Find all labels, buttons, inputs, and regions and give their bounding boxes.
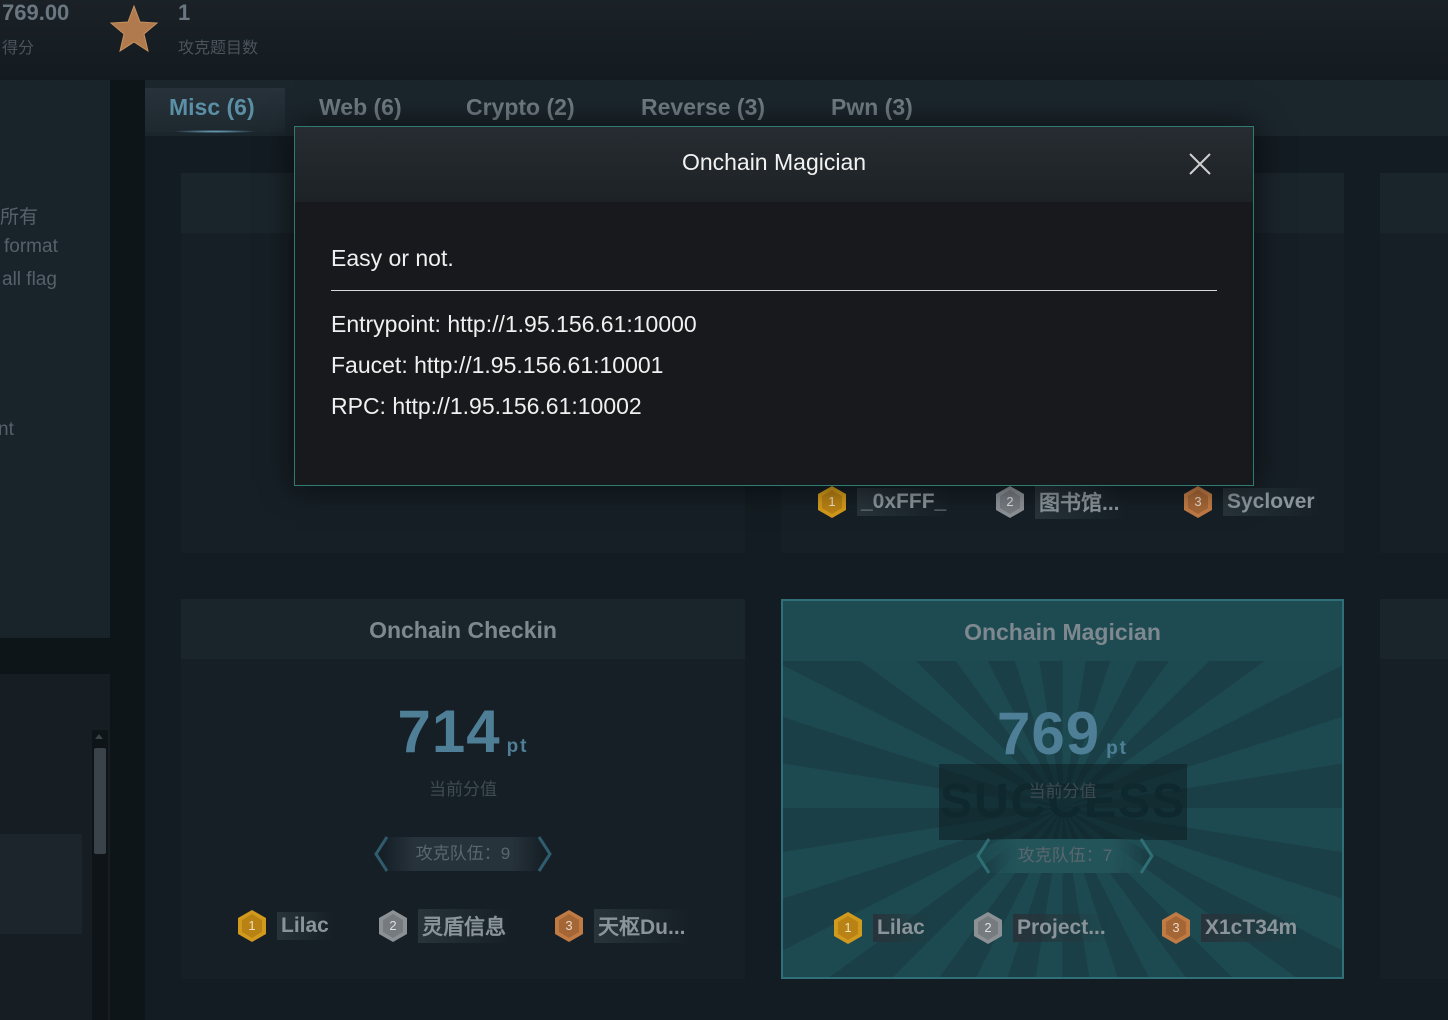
chevron-right-icon [1139,838,1154,874]
scroll-up-arrow[interactable] [95,734,103,739]
points-unit: pt [1106,738,1129,759]
winner-name: 图书馆... [1035,485,1124,519]
score-value: 769.00 [2,0,70,25]
modal-description: Easy or not. [331,245,454,271]
card-points: 769 pt [783,699,1342,768]
points-value: 769 [996,700,1101,767]
medal-icon: 3 [1181,485,1215,519]
winner-name: 天枢Du... [594,909,690,943]
winner-first: 1 Lilac [831,909,929,947]
medal-icon: 1 [235,909,269,943]
card-title: Onchain Magician [964,619,1161,645]
medal-icon: 1 [831,911,865,945]
medal-icon: 2 [376,909,410,943]
sidebar-text-line: all flag [2,269,57,290]
faucet-text: Faucet: http://1.95.156.61:10001 [331,352,664,378]
winner-second: 2 灵盾信息 [376,907,510,945]
winner-second: 2 图书馆... [993,483,1124,521]
tab-web[interactable]: Web (6) [319,94,402,121]
sidebar-lower-inner [0,834,82,934]
winner-name: Lilac [873,914,929,942]
winner-third: 3 X1cT34m [1159,909,1302,947]
challenge-card[interactable] [1380,173,1448,553]
success-stamp: SUCCESS [939,764,1187,840]
card-points: 714 pt [181,697,745,766]
medal-icon: 2 [971,911,1005,945]
winner-name: _0xFFF_ [857,488,951,516]
medal-icon: 1 [815,485,849,519]
winner-name: 灵盾信息 [418,909,510,943]
tab-pwn[interactable]: Pwn (3) [831,94,913,121]
winner-name: Lilac [277,912,333,940]
winner-name: Syclover [1223,488,1319,516]
sidebar-text-line: 所有 [0,207,39,228]
solved-value: 1 [178,0,191,25]
tab-misc[interactable]: Misc (6) [169,94,255,121]
modal-title: Onchain Magician [681,149,867,175]
challenge-card[interactable] [1380,599,1448,979]
modal-divider [331,290,1217,291]
winner-third: 3 天枢Du... [552,907,690,945]
tab-reverse[interactable]: Reverse (3) [641,94,765,121]
medal-rank: 1 [844,920,852,935]
winner-second: 2 Project... [971,909,1110,947]
medal-rank: 1 [248,918,256,933]
scrollbar-thumb[interactable] [94,748,106,854]
medal-rank: 3 [565,918,573,933]
tab-crypto[interactable]: Crypto (2) [466,94,575,121]
entrypoint-text: Entrypoint: http://1.95.156.61:10000 [331,311,697,337]
medal-rank: 3 [1194,494,1202,509]
card-title: Onchain Checkin [369,617,557,643]
card-header [1380,173,1448,233]
medal-rank: 2 [984,920,992,935]
medal-icon: 3 [552,909,586,943]
points-value: 714 [397,698,501,765]
sidebar-text-line: nt [0,419,14,440]
medal-rank: 1 [828,494,836,509]
medal-rank: 3 [1172,920,1180,935]
winner-first: 1 Lilac [235,907,333,945]
solved-label: 攻克题目数 [178,40,259,57]
modal-header: Onchain Magician [295,127,1253,202]
close-icon[interactable] [1187,151,1213,177]
points-unit: pt [506,736,529,757]
sidebar: 所有 format all flag nt [0,80,110,638]
score-label: 得分 [2,40,35,57]
rpc-text: RPC: http://1.95.156.61:10002 [331,393,642,419]
challenge-modal: Onchain Magician Easy or not. Entrypoint… [294,126,1254,486]
solves-count: 攻克队伍：7 [985,839,1145,873]
star-icon [109,4,159,53]
chevron-right-icon [537,836,552,872]
challenge-card-onchain-magician[interactable]: Onchain Magician SUCCESS 769 pt 当前分值 攻克队伍… [781,599,1344,979]
active-tab-underline [175,130,255,133]
winner-name: X1cT34m [1201,914,1302,942]
sidebar-text-line: format [4,236,58,257]
points-label: 当前分值 [1028,782,1097,801]
points-label: 当前分值 [429,780,497,799]
winner-name: Project... [1013,914,1110,942]
winner-first: 1 _0xFFF_ [815,483,951,521]
medal-rank: 2 [389,918,397,933]
medal-rank: 2 [1006,494,1014,509]
card-header [1380,599,1448,659]
winner-third: 3 Syclover [1181,483,1319,521]
stats-bar: 769.00 得分 1 攻克题目数 [0,0,1448,80]
medal-icon: 3 [1159,911,1193,945]
medal-icon: 2 [993,485,1027,519]
challenge-card-onchain-checkin[interactable]: Onchain Checkin 714 pt 当前分值 攻克队伍：9 1 Lila… [181,599,745,979]
solves-count: 攻克队伍：9 [383,837,543,871]
